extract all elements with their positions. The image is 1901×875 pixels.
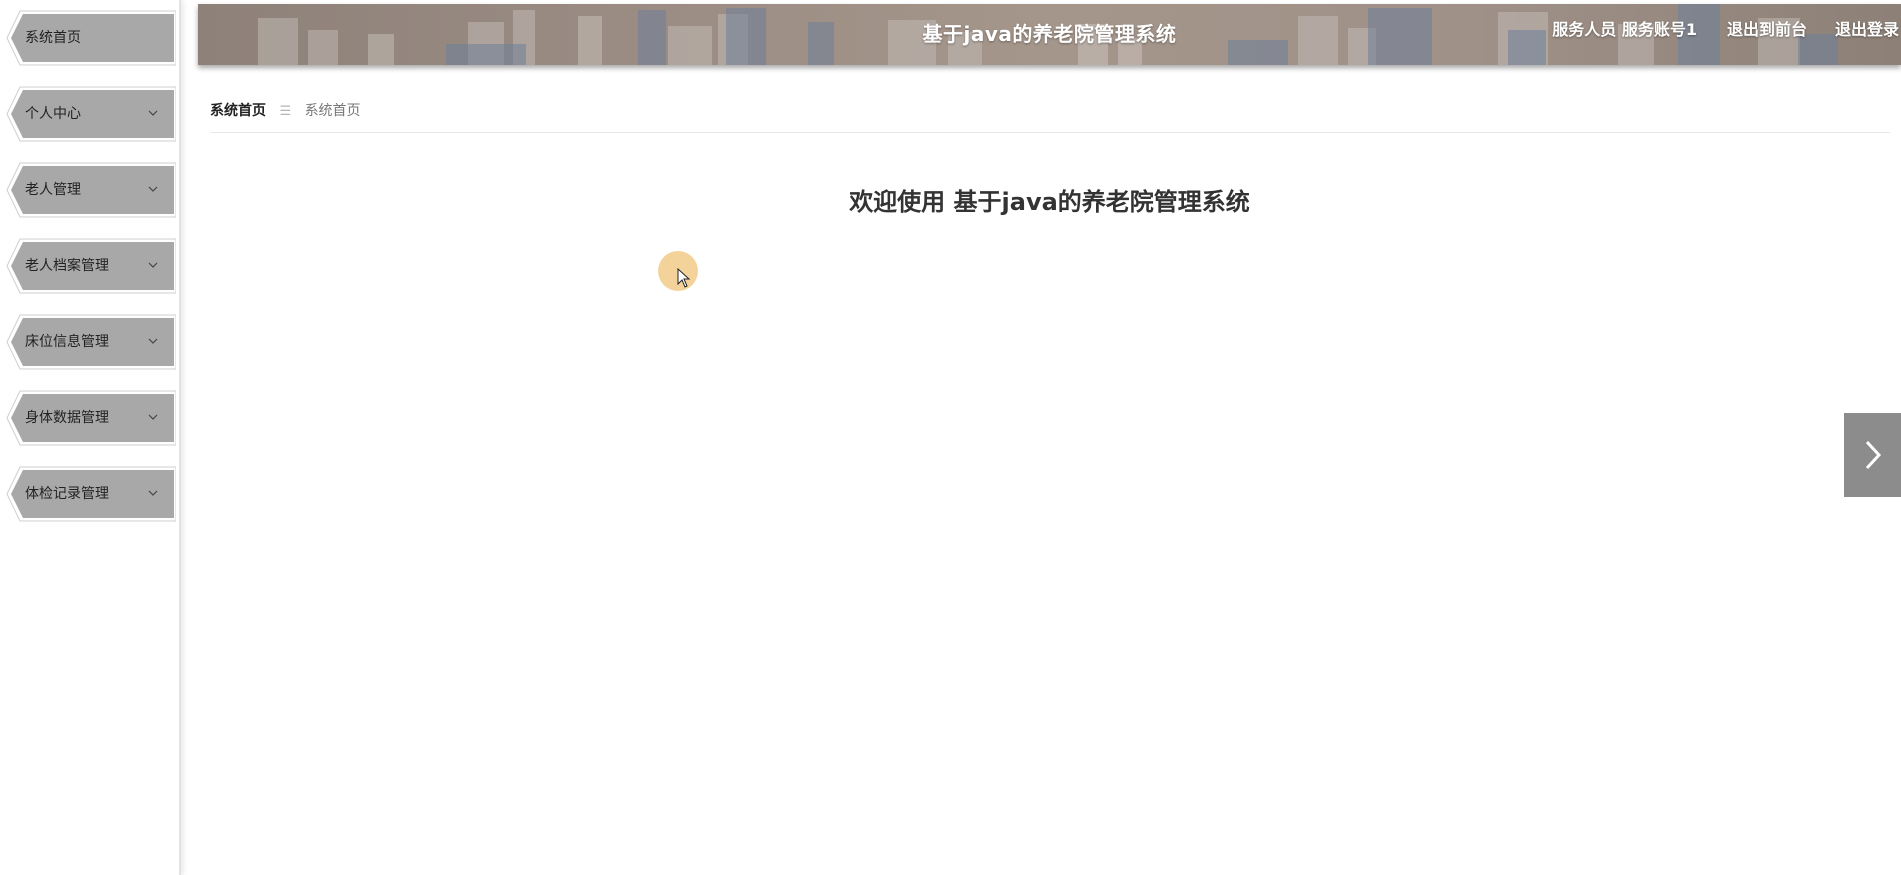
breadcrumb-divider (210, 132, 1890, 133)
chevron-down-icon (148, 186, 158, 192)
chevron-down-icon (148, 414, 158, 420)
sidebar-item-elder-management[interactable]: 老人管理 (6, 162, 176, 218)
sidebar-item-label: 老人档案管理 (25, 258, 109, 274)
sidebar-item-label: 老人管理 (25, 182, 81, 198)
sidebar-item-label: 系统首页 (25, 30, 81, 46)
sidebar: 系统首页 个人中心 老人管理 老人档案管理 床位信息管理 身体数据管理 体检记录… (0, 0, 181, 875)
chevron-right-icon (1865, 440, 1882, 470)
current-user-label: 服务人员 服务账号1 (1552, 20, 1697, 39)
sidebar-item-bed-info[interactable]: 床位信息管理 (6, 314, 176, 370)
sidebar-item-label: 体检记录管理 (25, 486, 109, 502)
menu-lines-icon: ☰ (279, 104, 292, 119)
breadcrumb-home[interactable]: 系统首页 (210, 103, 266, 119)
header-user-area: 服务人员 服务账号1 退出到前台 退出登录 (1552, 4, 1901, 56)
sidebar-item-label: 个人中心 (25, 106, 81, 122)
logout-link[interactable]: 退出登录 (1835, 4, 1899, 56)
mouse-pointer-icon (677, 268, 691, 288)
sidebar-item-home[interactable]: 系统首页 (6, 10, 176, 66)
expand-panel-button[interactable] (1844, 413, 1901, 497)
chevron-down-icon (148, 262, 158, 268)
sidebar-item-elder-archive[interactable]: 老人档案管理 (6, 238, 176, 294)
breadcrumb: 系统首页 ☰ 系统首页 (210, 100, 361, 122)
sidebar-item-label: 身体数据管理 (25, 410, 109, 426)
chevron-down-icon (148, 110, 158, 116)
sidebar-item-checkup-records[interactable]: 体检记录管理 (6, 466, 176, 522)
chevron-down-icon (148, 490, 158, 496)
exit-to-front-link[interactable]: 退出到前台 (1727, 4, 1807, 56)
welcome-heading: 欢迎使用 基于java的养老院管理系统 (849, 188, 1250, 216)
top-header: 基于java的养老院管理系统 服务人员 服务账号1 退出到前台 退出登录 (198, 4, 1901, 65)
chevron-down-icon (148, 338, 158, 344)
sidebar-item-label: 床位信息管理 (25, 334, 109, 350)
sidebar-item-personal-center[interactable]: 个人中心 (6, 86, 176, 142)
sidebar-item-body-data[interactable]: 身体数据管理 (6, 390, 176, 446)
breadcrumb-current: 系统首页 (304, 103, 361, 119)
